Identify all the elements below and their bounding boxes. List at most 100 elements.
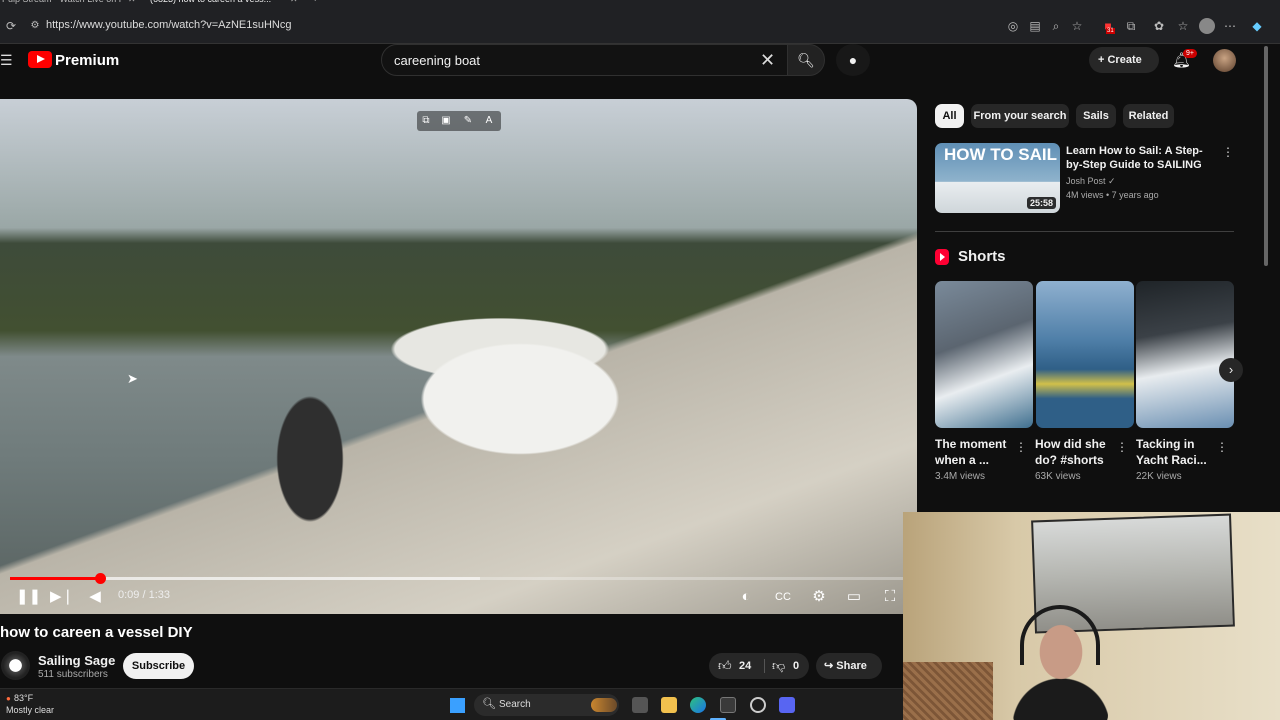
more-options-icon[interactable]: ⋮ [1222,145,1234,159]
clear-search-icon[interactable]: ✕ [760,50,775,71]
subscriber-count: 511 subscribers [38,669,108,680]
video-player[interactable]: ⧉ ▣ ✎ A ➤ ❚❚ ▶❘ ◀ 0:09 / 1:33 ◐ CC ⚙ ▭ ⛶ [0,99,917,614]
account-avatar[interactable] [1213,49,1236,72]
reader-icon[interactable]: ▤ [1027,18,1043,34]
tab-kick[interactable]: Pulp Stream - Watch Live on Kick [2,0,122,8]
progress-played [10,577,100,580]
profile-icon[interactable] [1199,18,1215,34]
settings-gear-icon[interactable]: ⚙ [809,587,829,607]
reload-icon[interactable]: ⟳ [3,18,19,34]
share-button[interactable]: ↪ Share [816,653,882,679]
microphone-icon: ● [848,52,858,68]
chip-from-your-search[interactable]: From your search [971,104,1069,128]
tab-strip: Pulp Stream - Watch Live on Kick ✕ (6823… [0,0,1280,8]
short-thumbnail[interactable] [1136,281,1234,428]
short-thumbnail[interactable] [935,281,1033,428]
time-display: 0:09 / 1:33 [118,589,170,601]
share-label: Share [836,660,867,672]
short-title[interactable]: Tacking in Yacht Raci... [1136,436,1216,468]
app-icon[interactable] [750,697,766,713]
shorts-logo-icon [935,249,949,265]
bookmark-star-icon[interactable]: ☆ [1069,18,1085,34]
chip-related[interactable]: Related [1123,104,1174,128]
weather-icon: ● [6,694,11,703]
mouse-cursor-icon: ➤ [127,371,138,386]
chevron-right-icon[interactable]: › [1219,358,1243,382]
chip-all[interactable]: All [935,104,964,128]
webcam-overlay [903,512,1280,720]
chip-sails[interactable]: Sails [1076,104,1116,128]
fullscreen-icon[interactable]: ⛶ [880,587,900,607]
more-options-icon[interactable]: ⋮ [1116,440,1128,454]
search-icon: 🔍︎ [482,698,496,710]
scrubber-handle[interactable] [95,573,106,584]
copilot-icon[interactable]: ◆ [1249,18,1265,34]
recommendation-channel[interactable]: Josh Post ✓ [1066,176,1116,187]
pip-icon[interactable]: ⧉ [419,114,433,128]
popout-icon[interactable]: ▣ [439,114,453,128]
channel-avatar[interactable] [1,651,30,680]
more-options-icon[interactable]: ⋮ [1015,440,1027,454]
discord-icon[interactable] [779,697,795,713]
scrollbar-thumb[interactable] [1264,46,1268,266]
extensions-puzzle-icon[interactable]: ⧉ [1123,18,1139,34]
thumbs-down-icon: 👎︎ [772,658,786,673]
short-thumbnail[interactable] [1036,281,1134,428]
volume-icon[interactable]: ◀ [85,587,105,607]
more-menu-icon[interactable]: ⋯ [1222,18,1238,34]
pause-icon[interactable]: ❚❚ [16,587,41,607]
favorites-icon[interactable]: ☆ [1175,18,1191,34]
thumbs-up-icon: 👍︎ [718,658,732,673]
section-divider [935,231,1234,232]
extension-icon[interactable]: ◎ [1005,18,1021,34]
theater-mode-icon[interactable]: ▭ [844,587,864,607]
edge-browser-icon[interactable] [690,697,706,713]
file-explorer-icon[interactable] [661,697,677,713]
like-dislike-group: 👍︎ 24 👎︎ 0 [709,653,809,679]
close-tab-icon[interactable]: ✕ [290,0,298,5]
next-icon[interactable]: ▶❘ [50,587,74,607]
search-input[interactable]: careening boat [394,53,480,68]
more-options-icon[interactable]: ⋮ [1216,440,1228,454]
site-info-icon[interactable]: ⚙ [27,18,43,34]
new-tab-icon[interactable]: + [312,0,318,5]
short-views: 3.4M views [935,471,986,482]
duration-badge: 25:58 [1026,197,1056,209]
voice-search-button[interactable]: ● [836,44,870,76]
short-views: 63K views [1035,471,1081,482]
recommendation-title[interactable]: Learn How to Sail: A Step-by-Step Guide … [1066,144,1216,172]
search-box: careening boat ✕ [381,44,788,76]
notification-badge: 9+ [1183,49,1197,58]
recommendation-thumbnail[interactable]: HOW TO SAIL 25:58 [935,143,1060,213]
short-title[interactable]: The moment when a ... [935,436,1015,468]
taskbar-search[interactable]: 🔍︎ Search [474,694,619,716]
task-view-icon[interactable] [632,697,648,713]
divider [764,659,765,673]
logo-text[interactable]: Premium [55,52,119,69]
captions-icon[interactable]: CC [773,587,793,607]
subscribe-button[interactable]: Subscribe [123,653,194,679]
notes-icon[interactable]: ✎ [461,114,475,128]
store-icon[interactable] [720,697,736,713]
youtube-logo-icon[interactable] [28,51,52,68]
translate-icon[interactable]: A [482,114,496,128]
recommendation-meta: 4M views • 7 years ago [1066,190,1159,200]
windows-start-icon[interactable] [450,698,465,713]
dislike-button[interactable]: 👎︎ [772,658,785,674]
create-button[interactable]: + Create [1089,47,1159,73]
channel-name[interactable]: Sailing Sage [38,653,115,668]
channel-name-label: Josh Post [1066,176,1106,186]
menu-icon[interactable]: ☰ [0,52,13,69]
like-button[interactable]: 👍︎ [718,658,732,674]
video-overlay-toolbar: ⧉ ▣ ✎ A [417,111,501,131]
autoplay-toggle[interactable]: ◐ [732,587,760,607]
search-button[interactable]: 🔍︎ [787,44,825,76]
url-field[interactable]: https://www.youtube.com/watch?v=AzNE1suH… [46,19,291,31]
taskbar: ● 83°F Mostly clear 🔍︎ Search [0,688,903,720]
zoom-icon[interactable]: ⌕ [1048,18,1064,34]
weather-temp[interactable]: 83°F [14,693,33,703]
extension-icon[interactable]: ✿ [1151,18,1167,34]
tab-youtube[interactable]: (6823) how to careen a vess... [150,0,280,8]
close-tab-icon[interactable]: ✕ [128,0,136,5]
short-title[interactable]: How did she do? #shorts [1035,436,1115,468]
